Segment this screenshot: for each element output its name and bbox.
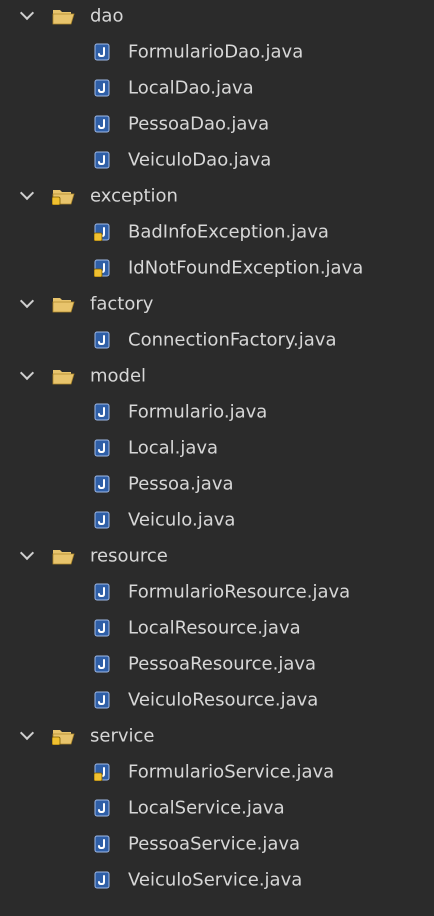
java-file-icon — [94, 259, 110, 277]
file-label: Veiculo.java — [128, 509, 236, 531]
folder-row[interactable]: model — [0, 358, 434, 394]
file-row[interactable]: VeiculoService.java — [0, 862, 434, 898]
open-folder-icon — [52, 550, 75, 565]
file-label: LocalDao.java — [128, 77, 254, 99]
file-row[interactable]: IdNotFoundException.java — [0, 250, 434, 286]
warning-marker-icon — [94, 772, 103, 781]
file-label: IdNotFoundException.java — [128, 257, 364, 279]
file-row[interactable]: ConnectionFactory.java — [0, 322, 434, 358]
java-file-icon — [94, 691, 110, 709]
file-label: BadInfoException.java — [128, 221, 329, 243]
java-file-icon — [94, 151, 110, 169]
file-row[interactable]: PessoaDao.java — [0, 106, 434, 142]
java-file-icon — [94, 655, 110, 673]
file-label: PessoaDao.java — [128, 113, 270, 135]
open-folder-icon — [52, 370, 75, 385]
file-label: VeiculoService.java — [128, 869, 303, 891]
open-folder-icon — [52, 730, 75, 745]
chevron-down-icon[interactable] — [19, 365, 35, 381]
project-explorer-tree: dao FormularioDao.java LocalDao.java Pes… — [0, 0, 434, 916]
chevron-down-icon[interactable] — [19, 725, 35, 741]
file-row[interactable]: LocalDao.java — [0, 70, 434, 106]
folder-label: model — [90, 365, 147, 387]
warning-marker-icon — [94, 232, 103, 241]
open-folder-icon — [52, 10, 75, 25]
folder-label: service — [90, 725, 155, 747]
java-file-icon — [94, 583, 110, 601]
file-row[interactable]: FormularioService.java — [0, 754, 434, 790]
file-row[interactable]: VeiculoDao.java — [0, 142, 434, 178]
java-file-icon — [94, 439, 110, 457]
folder-row[interactable]: resource — [0, 538, 434, 574]
java-file-icon — [94, 475, 110, 493]
chevron-down-icon[interactable] — [19, 5, 35, 21]
open-folder-icon — [52, 190, 75, 205]
warning-marker-icon — [52, 196, 61, 205]
java-file-icon — [94, 223, 110, 241]
file-label: PessoaService.java — [128, 833, 301, 855]
file-row[interactable]: Formulario.java — [0, 394, 434, 430]
java-file-icon — [94, 115, 110, 133]
file-label: VeiculoDao.java — [128, 149, 272, 171]
file-row[interactable]: Pessoa.java — [0, 466, 434, 502]
java-file-icon — [94, 835, 110, 853]
chevron-down-icon[interactable] — [19, 185, 35, 201]
warning-marker-icon — [94, 268, 103, 277]
folder-row[interactable]: exception — [0, 178, 434, 214]
file-row[interactable]: LocalResource.java — [0, 610, 434, 646]
file-row[interactable]: PessoaResource.java — [0, 646, 434, 682]
file-label: Pessoa.java — [128, 473, 234, 495]
chevron-down-icon[interactable] — [19, 545, 35, 561]
file-label: Local.java — [128, 437, 219, 459]
folder-row[interactable]: factory — [0, 286, 434, 322]
file-row[interactable]: BadInfoException.java — [0, 214, 434, 250]
folder-row[interactable]: dao — [0, 0, 434, 34]
file-label: FormularioResource.java — [128, 581, 351, 603]
java-file-icon — [94, 619, 110, 637]
file-row[interactable]: VeiculoResource.java — [0, 682, 434, 718]
file-row[interactable]: FormularioDao.java — [0, 34, 434, 70]
folder-row[interactable]: service — [0, 718, 434, 754]
file-label: FormularioDao.java — [128, 41, 304, 63]
folder-label: resource — [90, 545, 168, 567]
file-row[interactable]: FormularioResource.java — [0, 574, 434, 610]
java-file-icon — [94, 763, 110, 781]
file-label: LocalResource.java — [128, 617, 301, 639]
file-label: FormularioService.java — [128, 761, 335, 783]
file-row[interactable]: PessoaService.java — [0, 826, 434, 862]
file-row[interactable]: LocalService.java — [0, 790, 434, 826]
file-row[interactable]: Local.java — [0, 430, 434, 466]
java-file-icon — [94, 331, 110, 349]
file-label: LocalService.java — [128, 797, 285, 819]
open-folder-icon — [52, 298, 75, 313]
java-file-icon — [94, 43, 110, 61]
folder-label: factory — [90, 293, 154, 315]
java-file-icon — [94, 871, 110, 889]
java-file-icon — [94, 79, 110, 97]
folder-label: dao — [90, 5, 124, 27]
chevron-down-icon[interactable] — [19, 293, 35, 309]
file-label: PessoaResource.java — [128, 653, 317, 675]
java-file-icon — [94, 511, 110, 529]
file-label: VeiculoResource.java — [128, 689, 319, 711]
folder-label: exception — [90, 185, 178, 207]
file-label: Formulario.java — [128, 401, 268, 423]
file-row[interactable]: Veiculo.java — [0, 502, 434, 538]
java-file-icon — [94, 403, 110, 421]
java-file-icon — [94, 799, 110, 817]
warning-marker-icon — [52, 736, 61, 745]
file-label: ConnectionFactory.java — [128, 329, 337, 351]
